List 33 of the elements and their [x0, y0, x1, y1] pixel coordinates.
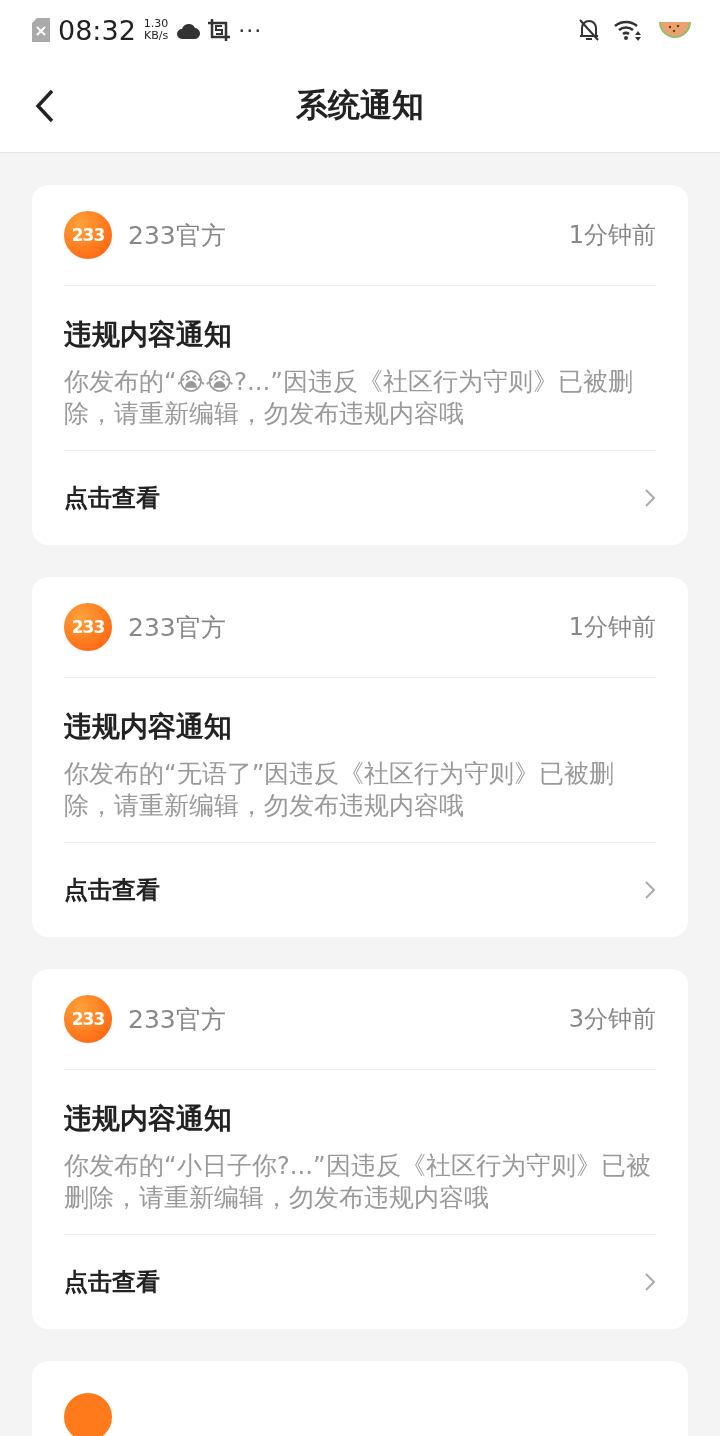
notification-message: 你发布的“😭😭?...”因违反《社区行为守则》已被删除，请重新编辑，勿发布违规内容哦 — [64, 366, 634, 430]
chevron-right-icon[interactable] — [644, 488, 656, 508]
sender-name: 233官方 — [128, 219, 226, 252]
app-logo — [64, 1393, 112, 1436]
bell-off-icon — [578, 18, 600, 42]
sender-name: 233官方 — [128, 611, 226, 644]
view-link[interactable]: 点击查看 — [64, 874, 160, 906]
view-link[interactable]: 点击查看 — [64, 1266, 160, 1298]
app-logo: 233 — [64, 211, 112, 259]
clock: 08:32 — [58, 14, 136, 46]
notification-title: 违规内容通知 — [64, 317, 233, 353]
network-speed: 1.30 — [143, 18, 169, 30]
app-logo: 233 — [64, 603, 112, 651]
chevron-right-icon[interactable] — [644, 880, 656, 900]
wifi-icon — [614, 19, 644, 41]
more-indicator: ··· — [238, 17, 263, 43]
timestamp: 1分钟前 — [568, 612, 656, 643]
back-icon[interactable] — [34, 88, 56, 124]
notification-message: 你发布的“小日子你?...”因违反《社区行为守则》已被删除，请重新编辑，勿发布违规内容哦 — [64, 1150, 652, 1214]
timestamp: 3分钟前 — [568, 1004, 656, 1035]
speed-unit: KB/s — [143, 30, 169, 42]
app-logo: 233 — [64, 995, 112, 1043]
view-link[interactable]: 点击查看 — [64, 482, 160, 514]
no-sim-icon — [32, 18, 50, 42]
notification-title: 违规内容通知 — [64, 1101, 233, 1137]
sender-name: 233官方 — [128, 1003, 226, 1036]
page-title: 系统通知 — [296, 85, 424, 126]
watermelon-icon — [658, 20, 692, 40]
notification-title: 违规内容通知 — [64, 709, 233, 745]
chevron-right-icon[interactable] — [644, 1272, 656, 1292]
screenshot-icon — [208, 19, 231, 41]
notification-message: 你发布的“无语了”因违反《社区行为守则》已被删除，请重新编辑，勿发布违规内容哦 — [64, 758, 616, 822]
timestamp: 1分钟前 — [568, 220, 656, 251]
